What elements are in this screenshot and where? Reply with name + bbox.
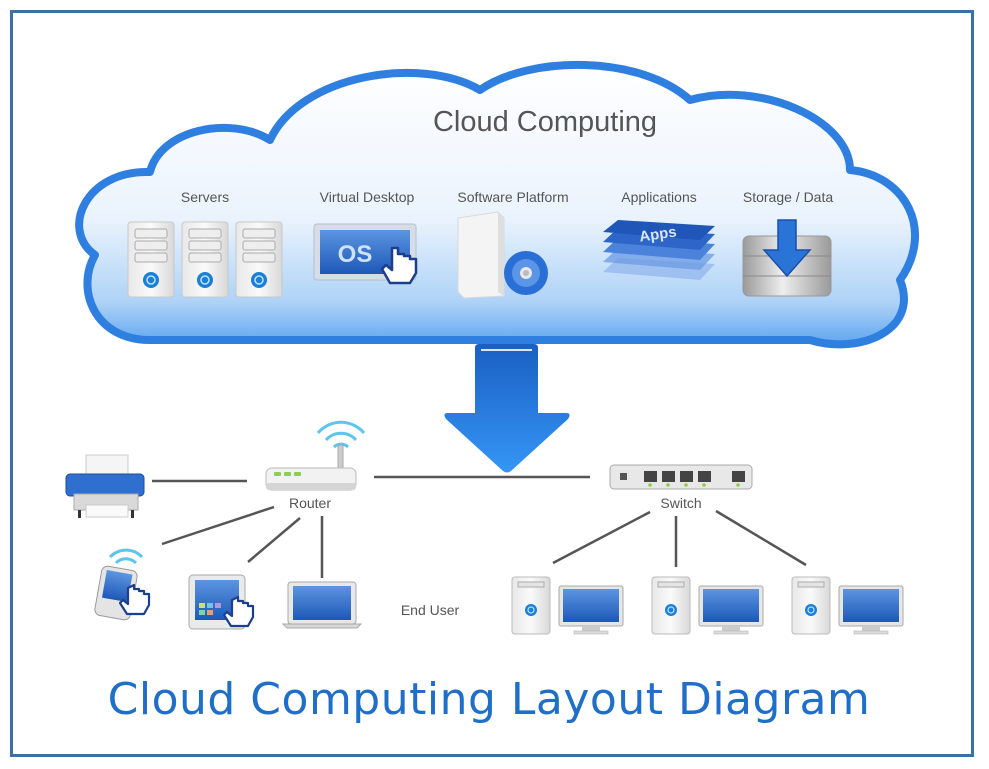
tablet-icon [188,574,255,630]
desktop-pc-icon [651,576,764,635]
network-connection-lines [152,475,807,578]
router-phone-link [161,505,275,546]
router-icon [265,420,366,491]
switch-label: Switch [660,495,702,511]
desktop-pc-icon [791,576,904,635]
smartphone-icon [94,548,151,621]
service-label-storage-data: Storage / Data [742,189,834,205]
apps-stack-icon: Apps [603,220,715,280]
switch-pc3-link [715,509,807,567]
laptop-icon [281,581,363,629]
switch-pc1-link [552,510,651,565]
service-label-applications: Applications [621,189,697,205]
service-label-virtual-desktop: Virtual Desktop [319,189,415,205]
router-tablet-link [247,517,301,563]
router-label: Router [288,495,332,511]
desktop-pc-icon [511,576,624,635]
cloud-to-network-arrow-icon [444,344,570,473]
os-monitor-icon: OS [313,223,418,285]
printer-icon [65,454,145,518]
server-rack-icon [127,221,283,298]
service-label-software-platform: Software Platform [457,189,569,205]
cloud-title: Cloud Computing [432,106,658,138]
service-label-servers: Servers [180,189,230,205]
end-user-label: End User [400,602,460,618]
diagram-title: Cloud Computing Layout Diagram [107,674,871,725]
svg-text:OS: OS [338,241,373,268]
switch-icon [609,464,753,490]
